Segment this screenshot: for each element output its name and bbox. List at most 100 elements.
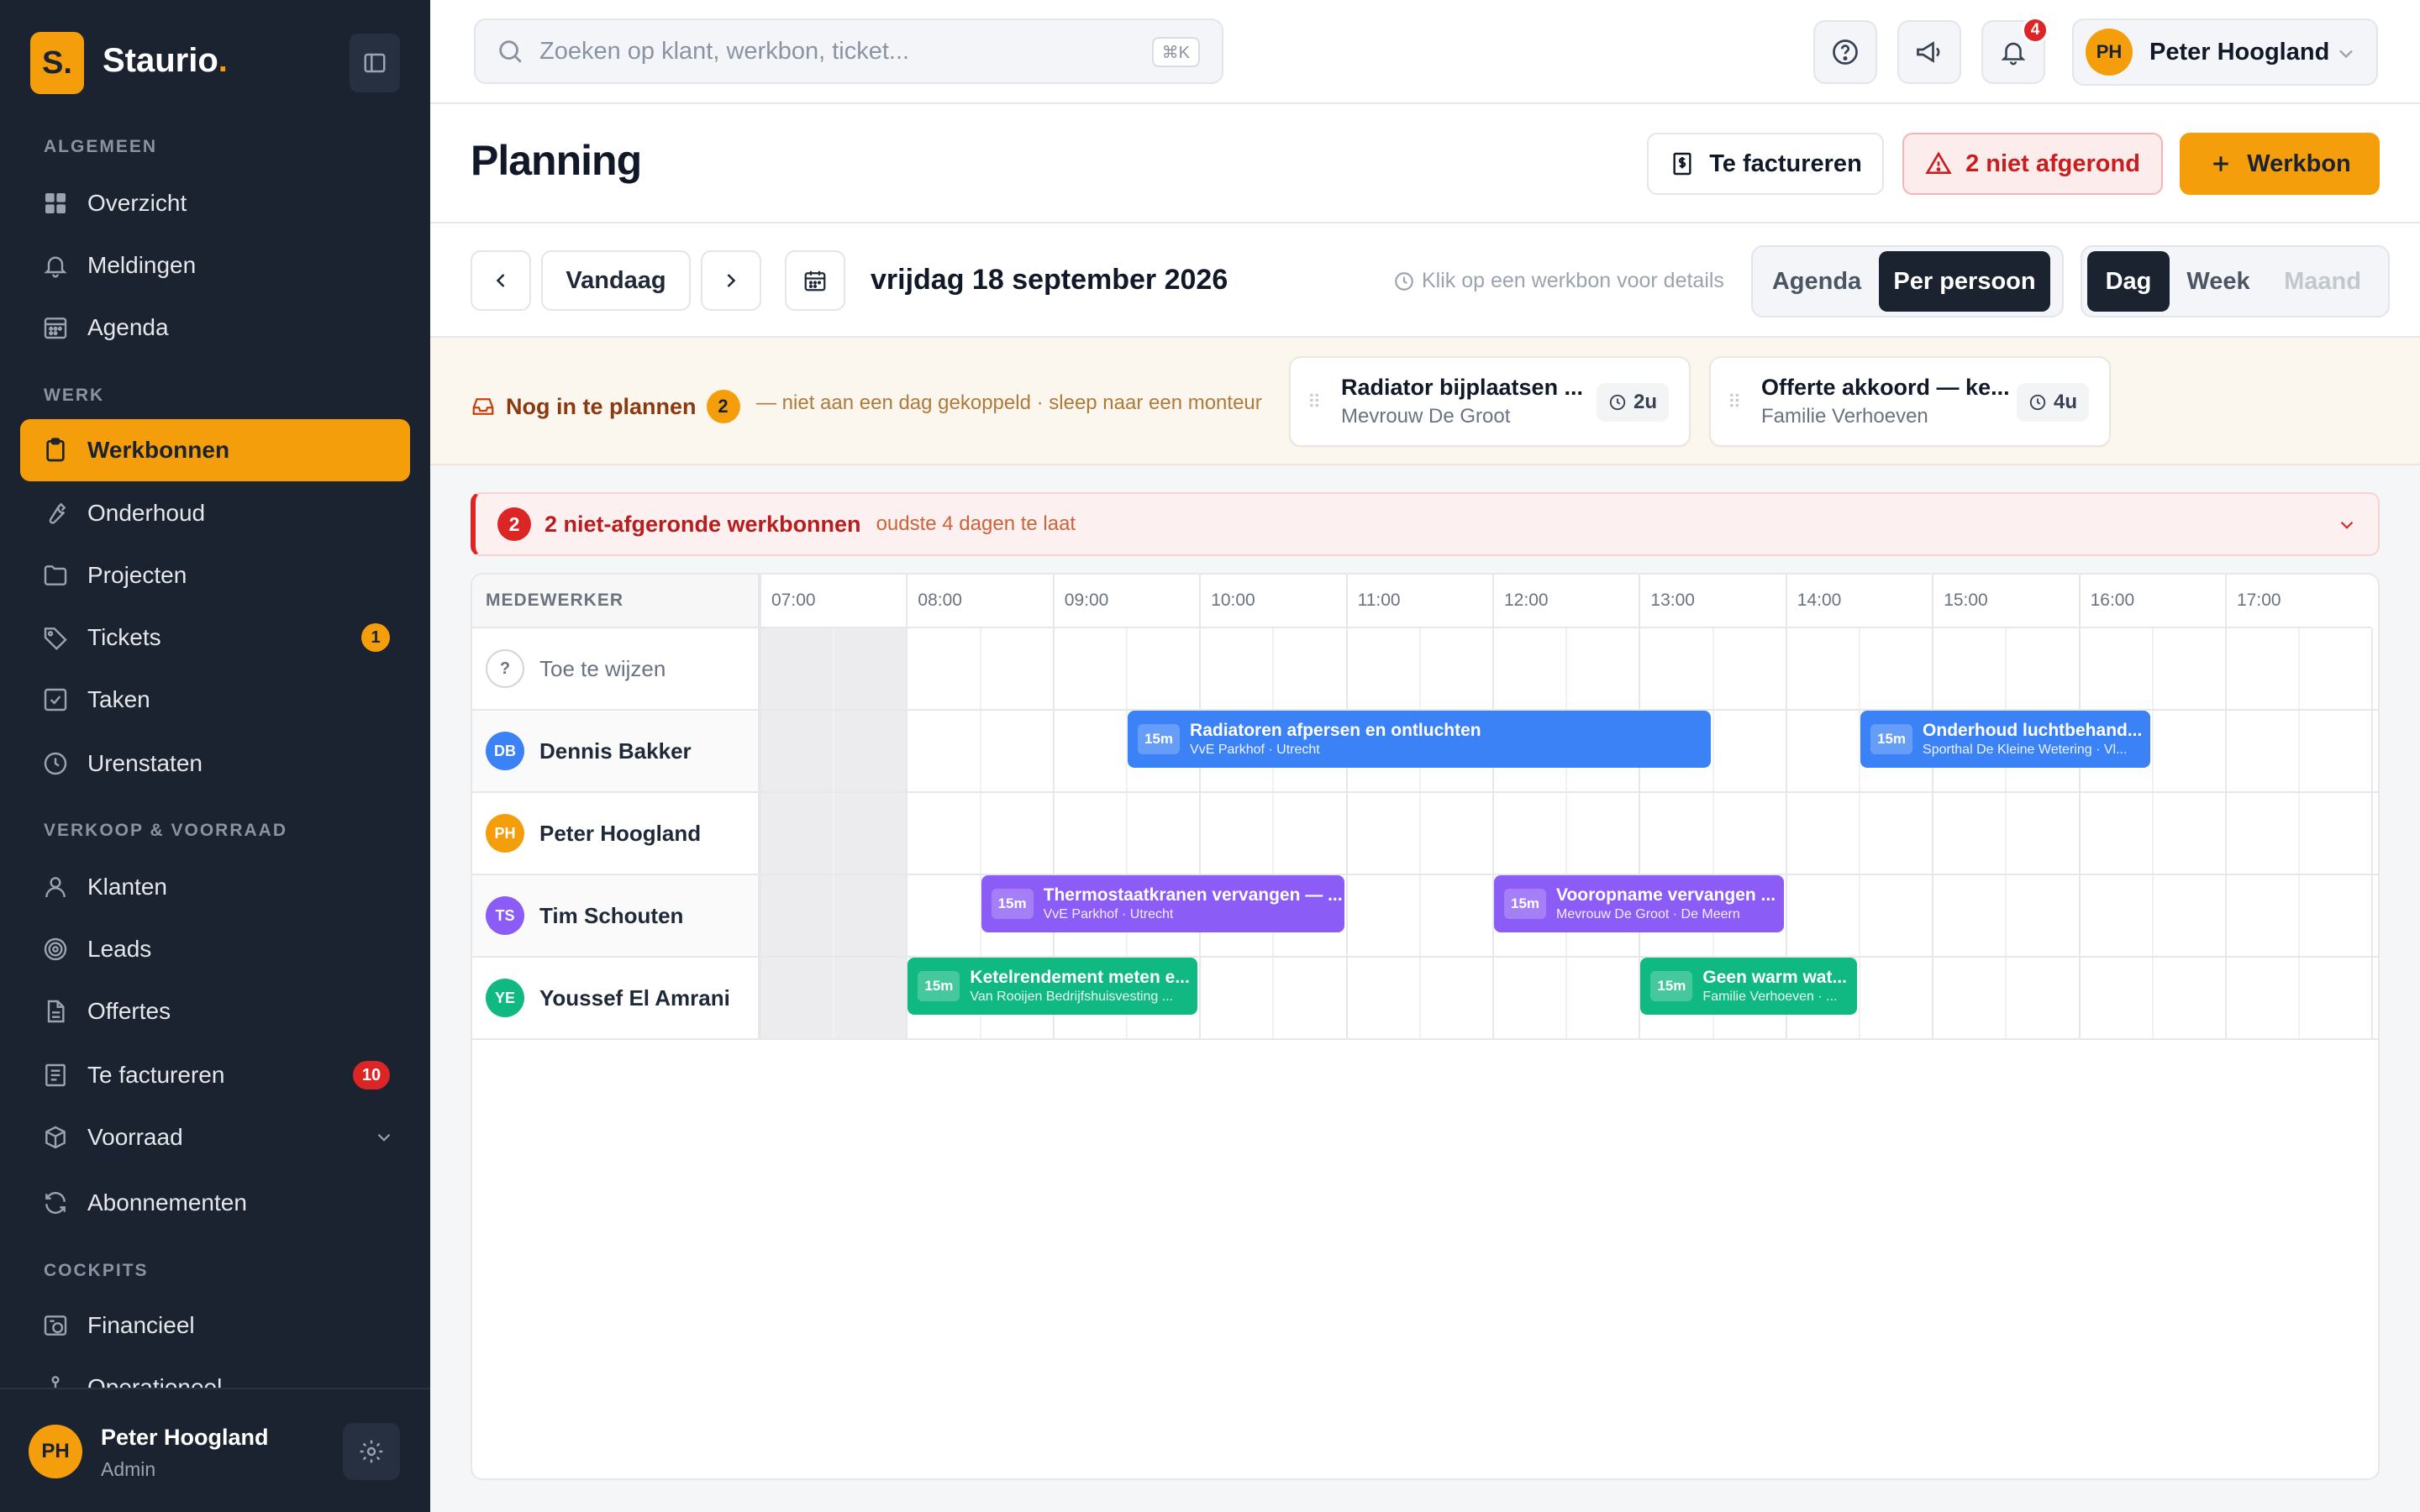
sidebar-item-label: Taken [87, 686, 150, 712]
settings-button[interactable] [343, 1423, 400, 1480]
avatar: YE [486, 979, 524, 1017]
sidebar-item-abonnementen[interactable]: Abonnementen [20, 1172, 410, 1234]
overdue-alert[interactable]: 2 2 niet-afgeronde werkbonnen oudste 4 d… [471, 492, 2380, 556]
sidebar-item-label: Klanten [87, 874, 167, 900]
workorder-event[interactable]: 15m Geen warm wat... Familie Verhoeven · .… [1640, 958, 1857, 1015]
workorder-event[interactable]: 15m Thermostaatkranen vervangen — ... VvE … [981, 875, 1344, 932]
new-workorder-button[interactable]: Werkbon [2180, 133, 2380, 195]
today-button[interactable]: Vandaag [541, 250, 691, 311]
user-menu-button[interactable]: PH Peter Hoogland [2072, 18, 2378, 86]
grid-line [2005, 628, 2007, 1040]
wrench-icon [40, 498, 71, 528]
unplanned-card[interactable]: ⠿ Radiator bijplaatsen ... Mevrouw De Gr… [1289, 356, 1691, 447]
sidebar-item-onderhoud[interactable]: Onderhoud [20, 482, 410, 544]
clipboard-icon [40, 435, 71, 465]
invoice-button[interactable]: Te factureren [1647, 133, 1884, 195]
help-button[interactable] [1813, 20, 1877, 84]
sidebar-item-tickets[interactable]: Tickets 1 [20, 606, 410, 669]
avatar: TS [486, 896, 524, 935]
sidebar-item-offertes[interactable]: Offertes [20, 980, 410, 1042]
chevron-down-icon[interactable] [373, 1126, 395, 1148]
notification-count-badge: 4 [2022, 17, 2049, 44]
new-workorder-label: Werkbon [2247, 150, 2351, 177]
sidebar-item-financieel[interactable]: Financieel [20, 1294, 410, 1357]
invoice-button-label: Te factureren [1709, 150, 1862, 177]
sidebar-item-label: Onderhoud [87, 500, 206, 526]
announcements-button[interactable] [1897, 20, 1961, 84]
sidebar-item-overzicht[interactable]: Overzicht [20, 172, 410, 234]
unplanned-card-client: Mevrouw De Groot [1341, 405, 1511, 428]
page-title: Planning [471, 137, 642, 184]
invoice-icon [40, 1060, 71, 1090]
drag-handle-icon[interactable]: ⠿ [1728, 391, 1741, 413]
sidebar: S. Staurio. ALGEMEEN WERK VERKOOP & VOOR… [0, 0, 430, 1512]
search-input[interactable]: Zoeken op klant, werkbon, ticket... [539, 38, 909, 66]
workorder-event[interactable]: 15m Onderhoud luchtbehand... Sporthal De K… [1860, 711, 2150, 768]
sidebar-collapse-button[interactable] [350, 34, 400, 92]
sidebar-item-leads[interactable]: Leads [20, 918, 410, 980]
tab-week[interactable]: Week [2173, 251, 2264, 312]
sidebar-item-label: Abonnementen [87, 1189, 247, 1215]
event-title: Radiatoren afpersen en ontluchten [1190, 721, 1481, 740]
sidebar-item-klanten[interactable]: Klanten [20, 856, 410, 918]
employee-row-ph[interactable]: PH Peter Hoogland [472, 793, 760, 875]
section-title-algemeen: ALGEMEEN [44, 137, 158, 156]
employee-row-ye[interactable]: YE Youssef El Amrani [472, 958, 760, 1040]
event-duration-tag: 15m [1650, 971, 1693, 1001]
sidebar-item-meldingen[interactable]: Meldingen [20, 234, 410, 297]
event-text: Radiatoren afpersen en ontluchten VvE Par… [1190, 721, 1481, 758]
unplanned-card[interactable]: ⠿ Offerte akkoord — ke... Familie Verhoe… [1709, 356, 2111, 447]
avatar[interactable]: PH [29, 1425, 82, 1478]
tab-agenda[interactable]: Agenda [1758, 251, 1876, 312]
workorder-event[interactable]: 15m Radiatoren afpersen en ontluchten VvE … [1128, 711, 1711, 768]
avatar: PH [486, 814, 524, 853]
sidebar-item-label: Te factureren [87, 1062, 225, 1088]
prev-day-button[interactable] [471, 250, 531, 311]
sidebar-item-label: Tickets [87, 624, 161, 650]
employee-row-ts[interactable]: TS Tim Schouten [472, 875, 760, 958]
workorder-event[interactable]: 15m Ketelrendement meten e... Van Rooijen … [908, 958, 1198, 1015]
invoice-count-badge: 10 [353, 1061, 390, 1089]
sidebar-item-te-factureren[interactable]: Te factureren 10 [20, 1044, 410, 1106]
grid-line [1199, 628, 1202, 1040]
unfinished-button[interactable]: 2 niet afgerond [1902, 133, 2163, 195]
employee-row-db[interactable]: DB Dennis Bakker [472, 711, 760, 793]
employee-row-unassigned[interactable]: ? Toe te wijzen [472, 628, 760, 711]
grid-line [2225, 628, 2227, 1040]
clock-icon [1395, 271, 1413, 291]
date-picker-button[interactable] [785, 250, 845, 311]
tab-maand[interactable]: Maand [2267, 251, 2378, 312]
event-duration-tag: 15m [1870, 724, 1913, 754]
sidebar-item-taken[interactable]: Taken [20, 669, 410, 731]
sidebar-item-agenda[interactable]: Agenda [20, 297, 410, 359]
sidebar-item-projecten[interactable]: Projecten [20, 544, 410, 606]
sidebar-item-urenstaten[interactable]: Urenstaten [20, 732, 410, 795]
notifications-button[interactable]: 4 [1981, 17, 2049, 84]
workorder-event[interactable]: 15m Vooropname vervangen ... Mevrouw De Gr… [1494, 875, 1784, 932]
search-icon [499, 40, 522, 63]
event-text: Ketelrendement meten e... Van Rooijen Bed… [970, 968, 1189, 1005]
hour-header: 10:00 [1199, 575, 1346, 628]
document-icon [40, 996, 71, 1026]
hour-header: 09:00 [1052, 575, 1200, 628]
sidebar-item-label: Agenda [87, 314, 169, 340]
duration-text: 4u [2053, 391, 2077, 413]
tab-dag[interactable]: Dag [2087, 251, 2170, 312]
chevron-down-icon[interactable] [2336, 514, 2358, 536]
checkbox-icon [40, 685, 71, 715]
next-day-button[interactable] [701, 250, 761, 311]
employee-name: Tim Schouten [539, 902, 684, 928]
logo-mark: S. [30, 32, 84, 94]
drag-handle-icon[interactable]: ⠿ [1307, 391, 1321, 413]
sidebar-item-werkbonnen[interactable]: Werkbonnen [20, 419, 410, 481]
sidebar-item-label: Overzicht [87, 190, 187, 216]
employee-name: Peter Hoogland [539, 820, 702, 846]
sidebar-item-voorraad[interactable]: Voorraad [20, 1106, 410, 1168]
event-title: Onderhoud luchtbehand... [1923, 721, 2143, 740]
search-shortcut-hint: ⌘K [1151, 37, 1200, 67]
search-box[interactable]: Zoeken op klant, werkbon, ticket... ⌘K [474, 18, 1223, 84]
calendar-icon [40, 312, 71, 343]
tab-per-persoon[interactable]: Per persoon [1879, 251, 2050, 312]
event-title: Thermostaatkranen vervangen — ... [1043, 885, 1343, 905]
grid-line [833, 628, 835, 1040]
